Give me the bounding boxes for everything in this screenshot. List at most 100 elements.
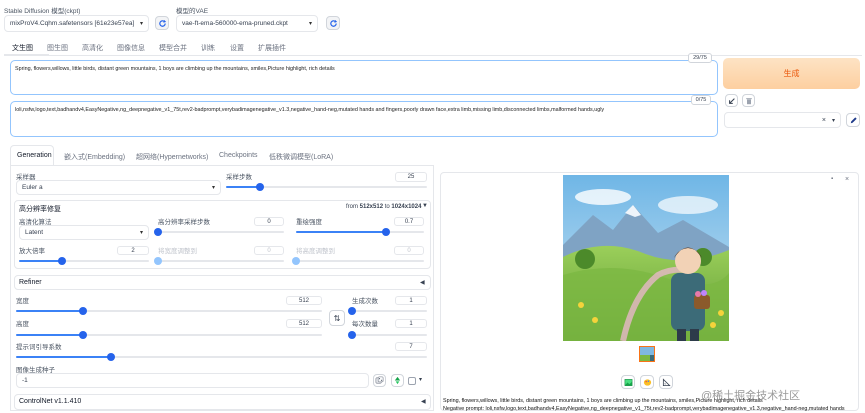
vae-select[interactable]: vae-ft-ema-560000-ema-pruned.ckpt ▾ [176,15,318,32]
chevron-down-icon: ▾ [139,21,143,27]
vae-label: 模型的VAE [176,8,209,15]
slider-thumb[interactable] [57,257,66,265]
trash-icon [745,97,752,104]
tab-extras[interactable]: 高清化 [82,43,103,53]
chevron-down-icon[interactable]: ▾ [419,376,422,383]
width-input[interactable]: 512 [286,296,322,305]
generate-button[interactable]: 生成 [723,58,860,89]
height-label: 高度 [16,321,29,328]
tab-img2img[interactable]: 图生图 [47,43,68,53]
slider-thumb[interactable] [154,228,162,236]
edit-styles-button[interactable] [846,113,860,127]
cfg-slider[interactable] [16,353,427,361]
subtab-checkpoints[interactable]: Checkpoints [219,152,258,159]
slider-thumb[interactable] [292,257,300,265]
scale-input[interactable]: 2 [117,246,149,255]
slider-thumb[interactable] [348,307,356,315]
resize-width-input[interactable]: 0 [254,246,284,255]
tab-settings[interactable]: 设置 [230,43,244,53]
batch-count-slider[interactable] [348,307,427,315]
dice-icon [375,376,384,384]
recycle-icon [394,376,401,385]
hires-size-info: from 512x512 to 1024x1024 [346,204,422,210]
slider-thumb[interactable] [106,353,115,361]
positive-prompt-text: Spring, flowers,willows, little birds, d… [15,66,335,72]
resize-width-label: 将宽度调整到 [158,248,197,255]
image-thumbnail[interactable] [639,346,655,362]
scale-label: 放大倍率 [19,248,45,255]
cfg-input[interactable]: 7 [395,342,427,351]
tab-train[interactable]: 训练 [201,43,215,53]
chevron-down-icon: ▾ [308,21,312,27]
arrow-down-left-icon [728,97,735,104]
checkpoint-label: Stable Diffusion 模型(ckpt) [4,8,81,15]
width-slider[interactable] [16,307,322,315]
slider-thumb[interactable] [154,257,162,265]
negative-prompt-text: loli,nsfw,logo,text,badhandv4,EasyNegati… [15,107,605,113]
subtab-hypernetworks[interactable]: 超网络(Hypernetworks) [136,152,208,162]
steps-input[interactable]: 25 [395,172,427,182]
expand-icon[interactable]: ◀ [421,398,426,405]
swap-dimensions-button[interactable]: ⇅ [329,310,345,326]
tab-extensions[interactable]: 扩展插件 [258,43,286,53]
subtab-generation[interactable]: Generation [17,152,52,159]
expand-icon[interactable]: ◀ [420,279,425,286]
denoise-input[interactable]: 0.7 [394,217,424,226]
tab-txt2img[interactable]: 文生图 [12,43,33,53]
height-slider[interactable] [16,331,322,339]
refresh-vae-button[interactable] [326,16,340,30]
batch-size-input[interactable]: 1 [395,319,427,328]
refiner-title: Refiner [19,279,42,286]
resize-height-slider[interactable] [292,257,424,265]
seed-input[interactable]: -1 [16,373,369,388]
positive-prompt-input[interactable]: Spring, flowers,willows, little birds, d… [10,60,718,95]
slider-thumb[interactable] [348,331,356,339]
swap-icon: ⇅ [333,313,341,323]
refiner-panel[interactable] [14,275,431,290]
hires-steps-input[interactable]: 0 [254,217,284,226]
save-icon[interactable]: ▪ [831,176,833,182]
close-icon[interactable]: × [845,176,849,183]
extra-seed-checkbox[interactable] [408,377,416,385]
read-params-button[interactable] [725,94,738,107]
collapse-icon[interactable]: ▼ [422,203,428,209]
random-seed-button[interactable] [373,374,386,387]
batch-size-slider[interactable] [348,331,427,339]
send-to-img2img-button[interactable] [640,375,654,389]
reuse-seed-button[interactable] [391,374,404,387]
send-to-extras-button[interactable] [659,375,673,389]
main-tab-bar: 文生图 图生图 高清化 图像信息 模型合并 训练 设置 扩展插件 [4,42,862,54]
open-folder-button[interactable] [621,375,635,389]
steps-slider[interactable] [226,183,427,191]
cfg-label: 提示词引导系数 [16,344,62,351]
hires-steps-label: 高分辨率采样步数 [158,219,210,226]
sampler-select[interactable]: Euler a ▾ [16,180,221,195]
tab-checkpoint-merger[interactable]: 模型合并 [159,43,187,53]
batch-count-label: 生成次数 [352,298,378,305]
negative-prompt-input[interactable]: loli,nsfw,logo,text,badhandv4,EasyNegati… [10,101,718,137]
upscaler-value: Latent [25,229,44,236]
landscape-illustration [563,175,729,341]
batch-count-input[interactable]: 1 [395,296,427,305]
refresh-checkpoint-button[interactable] [155,16,169,30]
sub-tab-bar: Generation 嵌入式(Embedding) 超网络(Hypernetwo… [10,145,434,166]
clear-icon[interactable]: × [822,117,826,124]
tab-png-info[interactable]: 图像信息 [117,43,145,53]
chevron-down-icon: ▾ [211,185,215,191]
denoise-slider[interactable] [296,228,424,236]
resize-width-slider[interactable] [154,257,284,265]
subtab-lora[interactable]: 低秩微调模型(LoRA) [269,152,333,162]
styles-select[interactable]: × ▾ [724,112,841,128]
scale-slider[interactable] [19,257,149,265]
batch-size-label: 每次数量 [352,321,378,328]
checkpoint-select[interactable]: mixProV4.Cqhm.safetensors [61e23e57ea] ▾ [4,15,149,32]
subtab-embedding[interactable]: 嵌入式(Embedding) [64,152,125,162]
height-input[interactable]: 512 [286,319,322,328]
hires-steps-slider[interactable] [154,228,284,236]
upscaler-select[interactable]: Latent ▾ [19,225,149,240]
resize-height-input[interactable]: 0 [394,246,424,255]
generated-image[interactable] [563,175,729,341]
pencil-icon [850,116,857,123]
slider-thumb[interactable] [381,228,390,236]
clear-prompt-button[interactable] [742,94,755,107]
